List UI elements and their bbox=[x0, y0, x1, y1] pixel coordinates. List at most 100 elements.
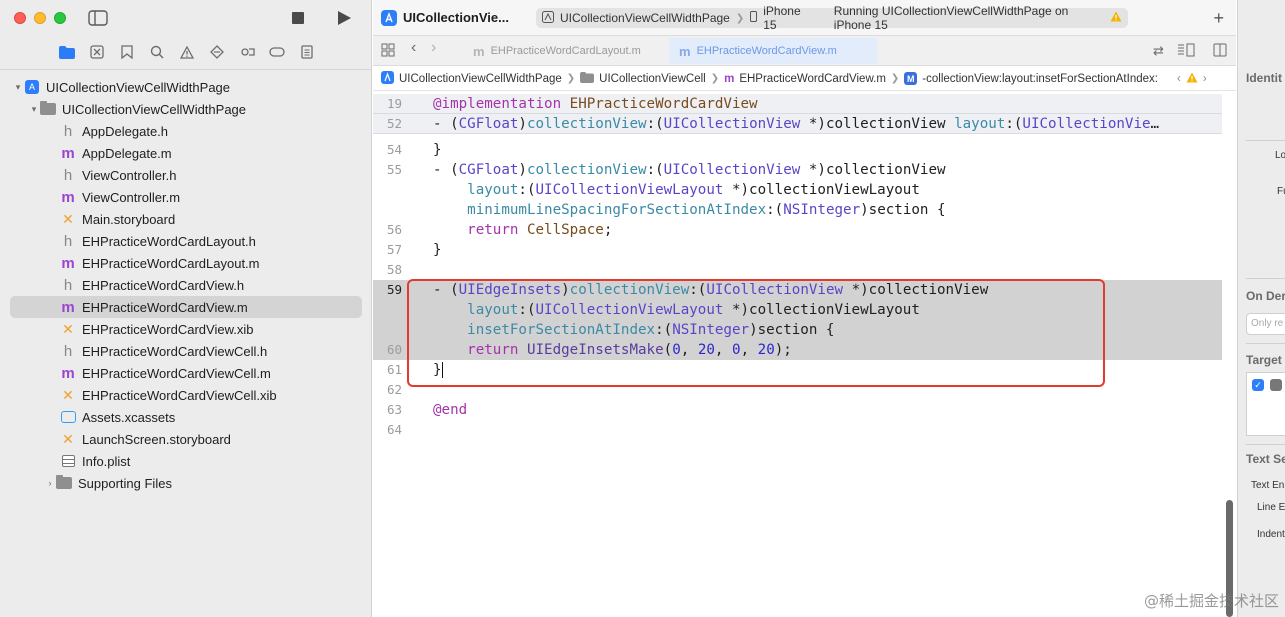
chevron-right-icon[interactable]: › bbox=[1203, 73, 1207, 85]
tree-item[interactable]: ▾ UICollectionViewCellWidthPage bbox=[10, 98, 362, 120]
scheme-name[interactable]: UICollectionViewCellWidthPage bbox=[560, 11, 730, 25]
chevron-right-icon[interactable]: › bbox=[44, 478, 56, 488]
line-number: 55 bbox=[387, 162, 403, 177]
tree-item[interactable]: h EHPracticeWordCardLayout.h bbox=[10, 230, 362, 252]
project-icon bbox=[381, 70, 394, 87]
tree-item[interactable]: m EHPracticeWordCardViewCell.m bbox=[10, 362, 362, 384]
tree-item[interactable]: m EHPracticeWordCardView.m bbox=[10, 296, 362, 318]
zoom-window-button[interactable] bbox=[54, 12, 66, 24]
tree-item[interactable]: m ViewController.m bbox=[10, 186, 362, 208]
code-line[interactable]: 60 return UIEdgeInsetsMake(0, 20, 0, 20)… bbox=[373, 340, 1222, 360]
bookmark-icon[interactable] bbox=[118, 43, 136, 61]
line-number: 63 bbox=[387, 402, 403, 417]
minimize-window-button[interactable] bbox=[34, 12, 46, 24]
tree-item[interactable]: m EHPracticeWordCardLayout.m bbox=[10, 252, 362, 274]
diamond-icon[interactable] bbox=[208, 43, 226, 61]
x-square-icon[interactable] bbox=[88, 43, 106, 61]
header-file-icon: h bbox=[63, 232, 73, 250]
line-number: 61 bbox=[387, 362, 403, 377]
location-label: Lo bbox=[1275, 150, 1285, 161]
tree-item[interactable]: › Supporting Files bbox=[10, 472, 362, 494]
code-line[interactable]: 55 - (CGFloat)collectionView:(UICollectio… bbox=[373, 160, 1222, 180]
run-destination[interactable]: UICollectionViewCellWidthPage ❯ iPhone 1… bbox=[536, 4, 1128, 32]
tags-field[interactable]: Only re bbox=[1246, 313, 1285, 335]
source-editor[interactable]: return 0;54}55- (CGFloat)collectionView:… bbox=[373, 92, 1236, 617]
tree-item[interactable]: m AppDelegate.m bbox=[10, 142, 362, 164]
back-arrow-icon[interactable]: ‹ bbox=[411, 39, 416, 57]
run-icon[interactable] bbox=[334, 9, 354, 27]
code-line[interactable]: insetForSectionAtIndex:(NSInteger)sectio… bbox=[373, 320, 1222, 340]
tab-view-m[interactable]: m EHPracticeWordCardView.m bbox=[669, 38, 877, 64]
code-line[interactable]: 56 return CellSpace; bbox=[373, 220, 1222, 240]
header-file-icon: h bbox=[63, 166, 73, 184]
tree-item[interactable]: ▾ A UICollectionViewCellWidthPage bbox=[10, 76, 362, 98]
scheme-title[interactable]: UICollectionVie... bbox=[403, 10, 509, 25]
jump-group[interactable]: UICollectionViewCell bbox=[599, 73, 706, 85]
code-line[interactable]: 64 bbox=[373, 420, 1222, 440]
sticky-scope-line[interactable]: 52 - (CGFloat)collectionView:(UICollectio… bbox=[373, 114, 1222, 134]
swap-icon[interactable]: ⇄ bbox=[1153, 43, 1164, 59]
tree-item[interactable]: ✕ EHPracticeWordCardView.xib bbox=[10, 318, 362, 340]
tree-item-label: UICollectionViewCellWidthPage bbox=[46, 79, 231, 95]
add-icon[interactable]: + bbox=[1213, 8, 1224, 29]
file-tree: ▾ A UICollectionViewCellWidthPage ▾ UICollec… bbox=[10, 76, 362, 494]
adjust-editor-icon[interactable] bbox=[1177, 43, 1195, 60]
tree-item[interactable]: h ViewController.h bbox=[10, 164, 362, 186]
list-icon[interactable] bbox=[298, 43, 316, 61]
line-number: 56 bbox=[387, 222, 403, 237]
search-icon[interactable] bbox=[148, 43, 166, 61]
chevron-left-icon[interactable]: ‹ bbox=[1177, 73, 1181, 85]
warning-icon[interactable] bbox=[1186, 72, 1198, 86]
folder-icon bbox=[40, 101, 56, 117]
tree-item[interactable]: Info.plist bbox=[10, 450, 362, 472]
folder-icon[interactable] bbox=[58, 43, 76, 61]
method-icon: M bbox=[904, 72, 918, 85]
tree-item-label: LaunchScreen.storyboard bbox=[82, 431, 231, 447]
device-name[interactable]: iPhone 15 bbox=[763, 4, 812, 32]
warning-icon[interactable] bbox=[178, 43, 196, 61]
code-text: } bbox=[433, 362, 443, 378]
code-line[interactable]: 59 - (UIEdgeInsets)collectionView:(UIColl… bbox=[373, 280, 1222, 300]
code-line[interactable]: layout:(UICollectionViewLayout *)collect… bbox=[373, 180, 1222, 200]
code-line[interactable]: 63 @end bbox=[373, 400, 1222, 420]
indent-label: Indent bbox=[1257, 529, 1285, 540]
tree-item[interactable]: h EHPracticeWordCardViewCell.h bbox=[10, 340, 362, 362]
code-line[interactable]: minimumLineSpacingForSectionAtIndex:(NSI… bbox=[373, 200, 1222, 220]
jump-file[interactable]: EHPracticeWordCardView.m bbox=[739, 73, 886, 85]
forward-arrow-icon[interactable]: › bbox=[431, 39, 436, 57]
objc-file-icon: m bbox=[679, 43, 691, 59]
warning-icon[interactable] bbox=[1110, 11, 1122, 25]
sidebar-toggle-icon[interactable] bbox=[88, 9, 108, 27]
stop-icon[interactable] bbox=[288, 9, 308, 27]
tag-icon[interactable] bbox=[268, 43, 286, 61]
close-window-button[interactable] bbox=[14, 12, 26, 24]
tree-item[interactable]: ✕ LaunchScreen.storyboard bbox=[10, 428, 362, 450]
tab-label: EHPracticeWordCardView.m bbox=[696, 45, 837, 57]
chevron-down-icon[interactable]: ▾ bbox=[12, 82, 24, 93]
tree-item[interactable]: ✕ EHPracticeWordCardViewCell.xib bbox=[10, 384, 362, 406]
tree-item[interactable]: ✕ Main.storyboard bbox=[10, 208, 362, 230]
jump-project[interactable]: UICollectionViewCellWidthPage bbox=[399, 73, 562, 85]
tab-label: EHPracticeWordCardLayout.m bbox=[490, 45, 641, 57]
code-line[interactable]: 57} bbox=[373, 240, 1222, 260]
code-line[interactable]: 58 bbox=[373, 260, 1222, 280]
tab-layout-m[interactable]: m EHPracticeWordCardLayout.m bbox=[463, 38, 651, 64]
code-line[interactable]: 54} bbox=[373, 140, 1222, 160]
checkbox-checked-icon[interactable]: ✓ bbox=[1252, 379, 1264, 391]
code-line[interactable]: 61} bbox=[373, 360, 1222, 380]
tree-item[interactable]: Assets.xcassets bbox=[10, 406, 362, 428]
code-line[interactable]: 62 bbox=[373, 380, 1222, 400]
breakpoint-icon[interactable] bbox=[238, 43, 256, 61]
sticky-scope-line[interactable]: 19 @implementation EHPracticeWordCardView bbox=[373, 94, 1222, 114]
code-line[interactable]: layout:(UICollectionViewLayout *)collect… bbox=[373, 300, 1222, 320]
target-list: ✓ bbox=[1246, 372, 1285, 436]
grid-icon[interactable] bbox=[381, 43, 395, 60]
tree-item[interactable]: h EHPracticeWordCardView.h bbox=[10, 274, 362, 296]
tree-item-label: EHPracticeWordCardView.h bbox=[82, 277, 245, 293]
divider bbox=[1246, 343, 1285, 344]
tree-item[interactable]: h AppDelegate.h bbox=[10, 120, 362, 142]
jump-symbol[interactable]: -collectionView:layout:insetForSectionAt… bbox=[922, 73, 1158, 85]
divider bbox=[1246, 444, 1285, 445]
chevron-down-icon[interactable]: ▾ bbox=[28, 104, 40, 115]
split-editor-icon[interactable] bbox=[1213, 43, 1227, 60]
